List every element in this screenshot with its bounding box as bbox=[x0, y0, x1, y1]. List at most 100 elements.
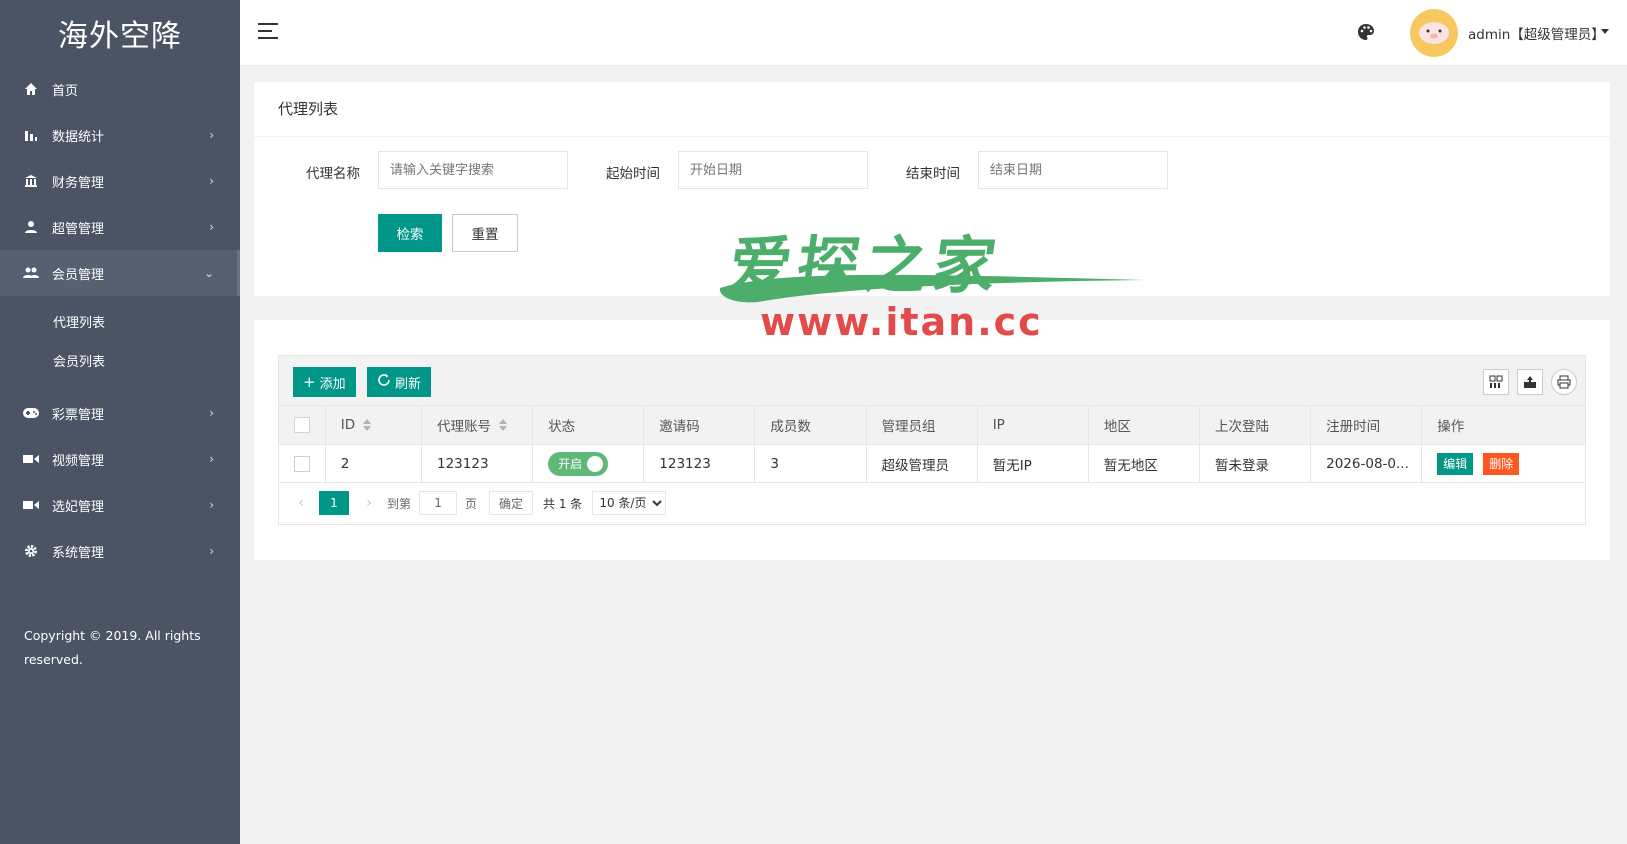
sidebar-menu: 首页 数据统计 › 财务管理 › 超管管理 › 会员管理 ⌄ bbox=[0, 66, 240, 296]
add-button-label: 添加 bbox=[319, 376, 346, 392]
prev-page-icon[interactable]: ‹ bbox=[291, 495, 311, 511]
start-date-input[interactable] bbox=[678, 151, 868, 189]
app-logo[interactable]: 海外空降 bbox=[0, 0, 240, 66]
goto-confirm-button[interactable]: 确定 bbox=[489, 491, 534, 515]
col-id[interactable]: ID bbox=[326, 406, 422, 444]
sort-icon[interactable] bbox=[499, 419, 507, 431]
home-icon bbox=[22, 80, 40, 98]
page-current[interactable]: 1 bbox=[319, 491, 349, 515]
avatar[interactable] bbox=[1410, 9, 1458, 57]
sidebar-item-members[interactable]: 会员管理 ⌄ bbox=[0, 250, 240, 296]
search-button[interactable]: 检索 bbox=[378, 214, 442, 252]
refresh-icon bbox=[377, 373, 391, 391]
total-count: 共 1 条 bbox=[543, 496, 583, 511]
agent-name-label: 代理名称 bbox=[306, 166, 360, 182]
chevron-right-icon: › bbox=[209, 220, 214, 234]
col-admin-group: 管理员组 bbox=[867, 406, 978, 444]
sidebar-menu-lower: 彩票管理 › 视频管理 › 选妃管理 › 系统管理 › bbox=[0, 390, 240, 574]
goto-page-input[interactable] bbox=[419, 491, 458, 515]
chevron-right-icon: › bbox=[209, 174, 214, 188]
video-icon bbox=[22, 450, 40, 468]
status-switch[interactable]: 开启 bbox=[548, 451, 609, 476]
page-unit-label: 页 bbox=[465, 496, 478, 511]
col-ip: IP bbox=[978, 406, 1089, 444]
sidebar-item-label: 超管管理 bbox=[52, 221, 105, 237]
end-date-input[interactable] bbox=[978, 151, 1168, 189]
sidebar-item-label: 彩票管理 bbox=[52, 407, 105, 423]
col-last-login: 上次登陆 bbox=[1200, 406, 1312, 444]
sidebar-item-superadmin[interactable]: 超管管理 › bbox=[0, 204, 240, 250]
col-actions: 操作 bbox=[1437, 419, 1465, 435]
chevron-right-icon: › bbox=[209, 544, 214, 558]
chevron-down-icon: ⌄ bbox=[203, 266, 214, 280]
palette-icon[interactable] bbox=[1356, 22, 1376, 42]
col-account[interactable]: 代理账号 bbox=[422, 406, 534, 444]
top-header: admin【超级管理员】 bbox=[240, 0, 1627, 66]
sidebar-item-lottery[interactable]: 彩票管理 › bbox=[0, 390, 240, 436]
start-time-label: 起始时间 bbox=[606, 166, 660, 182]
members-submenu: 代理列表 会员列表 bbox=[0, 296, 240, 390]
bar-chart-icon bbox=[22, 126, 40, 144]
table-card: + 添加 刷新 ID 代理账号 状态 邀请码 成员数 管理员组 IP 地区 上次… bbox=[254, 320, 1610, 560]
sidebar-item-system[interactable]: 系统管理 › bbox=[0, 528, 240, 574]
select-all-cell bbox=[279, 406, 326, 444]
cell-status: 开启 bbox=[533, 445, 645, 482]
per-page-select[interactable]: 10 条/页 bbox=[592, 491, 667, 515]
col-region: 地区 bbox=[1089, 406, 1200, 444]
submenu-item-agent-list[interactable]: 代理列表 bbox=[0, 302, 240, 341]
copyright-text: Copyright © 2019. All rights reserved. bbox=[24, 628, 201, 667]
sidebar-item-finance[interactable]: 财务管理 › bbox=[0, 158, 240, 204]
cell-members: 3 bbox=[755, 445, 867, 482]
cell-last-login: 暂未登录 bbox=[1200, 445, 1312, 482]
cell-reg-time: 2026-08-0... bbox=[1311, 445, 1423, 482]
gear-icon bbox=[22, 542, 40, 560]
end-time-label: 结束时间 bbox=[906, 166, 960, 182]
cell-region: 暂无地区 bbox=[1089, 445, 1200, 482]
chevron-right-icon: › bbox=[209, 452, 214, 466]
chevron-right-icon: › bbox=[209, 406, 214, 420]
user-menu[interactable]: admin【超级管理员】 bbox=[1468, 23, 1605, 43]
sidebar-item-label: 财务管理 bbox=[52, 175, 105, 191]
refresh-button[interactable]: 刷新 bbox=[367, 367, 432, 397]
select-all-checkbox[interactable] bbox=[294, 417, 310, 433]
users-icon bbox=[22, 264, 40, 282]
plus-icon: + bbox=[303, 373, 316, 391]
delete-button[interactable]: 删除 bbox=[1483, 452, 1520, 475]
cell-ip: 暂无IP bbox=[978, 445, 1089, 482]
page-title: 代理列表 bbox=[254, 82, 1610, 137]
sort-icon[interactable] bbox=[363, 419, 372, 431]
submenu-item-member-list[interactable]: 会员列表 bbox=[0, 341, 240, 380]
watermark-url: www.itan.cc bbox=[760, 300, 1043, 344]
sidebar-item-video[interactable]: 视频管理 › bbox=[0, 436, 240, 482]
bank-icon bbox=[22, 172, 40, 190]
table-header: ID 代理账号 状态 邀请码 成员数 管理员组 IP 地区 上次登陆 注册时间 … bbox=[279, 406, 1585, 445]
goto-label: 到第 bbox=[387, 496, 412, 511]
sidebar-item-stats[interactable]: 数据统计 › bbox=[0, 112, 240, 158]
print-icon[interactable] bbox=[1551, 369, 1577, 395]
cell-id: 2 bbox=[326, 445, 422, 482]
sidebar-item-label: 数据统计 bbox=[52, 129, 105, 145]
edit-button[interactable]: 编辑 bbox=[1437, 452, 1474, 475]
sidebar-item-label: 视频管理 bbox=[52, 453, 105, 469]
camera-icon bbox=[22, 496, 40, 514]
chevron-right-icon: › bbox=[209, 128, 214, 142]
columns-filter-icon[interactable] bbox=[1483, 369, 1509, 395]
chevron-right-icon: › bbox=[209, 498, 214, 512]
cell-admin-group: 超级管理员 bbox=[867, 445, 978, 482]
row-checkbox[interactable] bbox=[294, 455, 310, 472]
col-members: 成员数 bbox=[755, 406, 867, 444]
add-button[interactable]: + 添加 bbox=[293, 367, 356, 397]
row-select-cell bbox=[279, 445, 326, 482]
reset-button[interactable]: 重置 bbox=[452, 214, 518, 252]
next-page-icon[interactable]: › bbox=[359, 495, 379, 511]
sidebar-item-concubine[interactable]: 选妃管理 › bbox=[0, 482, 240, 528]
export-icon[interactable] bbox=[1517, 369, 1543, 395]
data-table: + 添加 刷新 ID 代理账号 状态 邀请码 成员数 管理员组 IP 地区 上次… bbox=[278, 355, 1586, 525]
cell-invite-code: 123123 bbox=[644, 445, 756, 482]
agent-name-input[interactable] bbox=[378, 151, 568, 189]
menu-toggle-icon[interactable] bbox=[258, 23, 278, 41]
col-invite-code: 邀请码 bbox=[644, 406, 756, 444]
sidebar-item-home[interactable]: 首页 bbox=[0, 66, 240, 112]
caret-down-icon[interactable] bbox=[1601, 29, 1609, 34]
pagination: ‹ 1 › 到第 页 确定 共 1 条 10 条/页 bbox=[279, 483, 1585, 523]
